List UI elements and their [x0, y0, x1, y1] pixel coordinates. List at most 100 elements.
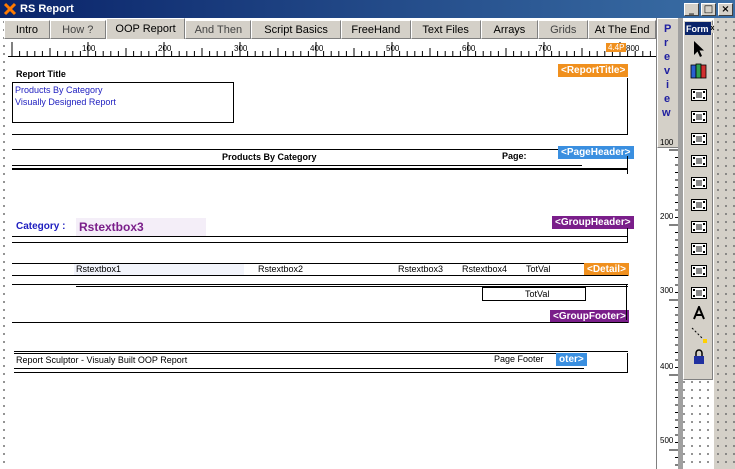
group-header-field[interactable]: Rstextbox3	[76, 218, 206, 236]
page-footer-bottom-line-b	[14, 372, 628, 373]
band-tool-1[interactable]	[688, 85, 710, 105]
vruler-ticks	[669, 149, 679, 466]
band-tool-8[interactable]	[688, 239, 710, 259]
group-footer-top-line	[12, 284, 628, 285]
ruler-label-800: 800	[626, 44, 640, 53]
page-footer-top-line-a	[14, 351, 628, 352]
ruler-label-400: 400	[310, 44, 324, 53]
page-header-top-line	[12, 149, 628, 150]
band-icon	[691, 243, 707, 255]
horizontal-ruler: 100 200 300 400 500 600 700 4.4P 800	[8, 40, 656, 57]
minimize-button[interactable]: _	[684, 2, 699, 16]
band-tool-7[interactable]	[688, 217, 710, 237]
tab-text-files[interactable]: Text Files	[410, 20, 481, 39]
close-button[interactable]: ×	[718, 2, 733, 16]
tab-grids[interactable]: Grids	[538, 20, 589, 39]
page-header-band[interactable]: Products By Category Page: <PageHeader>	[12, 146, 634, 176]
report-title-tag[interactable]: <ReportTitle>	[558, 64, 629, 77]
band-tool-4[interactable]	[688, 151, 710, 171]
detail-field-5[interactable]: TotVal	[526, 264, 550, 274]
tab-arrays[interactable]: Arrays	[480, 20, 539, 39]
ruler-label-500: 500	[386, 44, 400, 53]
ruler-label-600: 600	[462, 44, 476, 53]
band-tool-2[interactable]	[688, 107, 710, 127]
group-footer-total-box[interactable]: TotVal	[482, 287, 586, 301]
tab-intro[interactable]: Intro	[4, 20, 50, 39]
detail-field-1[interactable]: Rstextbox1	[76, 264, 121, 274]
title-bar: RS Report _ □ ×	[0, 0, 735, 18]
page-footer-bottom-line-a	[14, 368, 584, 369]
report-title-band[interactable]: Report Title Products By Category Visual…	[12, 64, 629, 136]
band-tool-6[interactable]	[688, 195, 710, 215]
window-title: RS Report	[20, 3, 74, 15]
detail-field-4[interactable]: Rstextbox4	[462, 264, 507, 274]
band-tool-3[interactable]	[688, 129, 710, 149]
group-header-line-a	[12, 236, 628, 237]
ruler-label-200: 200	[158, 44, 172, 53]
ruler-marker[interactable]: 4.4P	[606, 43, 627, 52]
database-tool[interactable]	[688, 61, 710, 81]
toolbox-title: Form	[686, 23, 709, 34]
report-canvas: Report Title Products By Category Visual…	[8, 58, 656, 469]
page-header-line-b	[12, 168, 628, 170]
ruler-ticks	[11, 42, 651, 57]
maximize-button[interactable]: □	[701, 2, 716, 16]
band-icon	[691, 155, 707, 167]
ruler-label-700: 700	[538, 44, 552, 53]
band-tool-5[interactable]	[688, 173, 710, 193]
group-header-tag[interactable]: <GroupHeader>	[552, 216, 634, 229]
page-header-title[interactable]: Products By Category	[222, 152, 317, 162]
page-header-page-label[interactable]: Page:	[502, 151, 527, 161]
band-tool-9[interactable]	[688, 261, 710, 281]
report-title-box[interactable]: Products By Category Visually Designed R…	[12, 82, 234, 123]
tab-at-the-end[interactable]: At The End	[588, 20, 656, 39]
group-header-label[interactable]: Category :	[16, 221, 65, 232]
detail-band[interactable]: Rstextbox1 Rstextbox2 Rstextbox3 Rstextb…	[12, 262, 629, 278]
page-footer-right-border	[627, 353, 628, 372]
report-title-right-border	[627, 78, 628, 134]
report-title-bottom-line	[12, 134, 628, 135]
page-footer-left-text[interactable]: Report Sculptor - Visualy Built OOP Repo…	[16, 355, 187, 365]
tab-freehand[interactable]: FreeHand	[340, 20, 411, 39]
report-title-line2: Visually Designed Report	[15, 97, 116, 107]
toolbox-header: Form x	[685, 22, 715, 35]
page-footer-tag[interactable]: oter>	[556, 353, 587, 366]
band-icon	[691, 199, 707, 211]
line-tool[interactable]	[688, 325, 710, 345]
tab-how[interactable]: How ?	[49, 20, 106, 39]
group-header-right-border	[627, 228, 628, 243]
group-footer-total: TotVal	[525, 289, 550, 299]
band-icon	[691, 221, 707, 233]
detail-field-2[interactable]: Rstextbox2	[258, 264, 303, 274]
band-tool-10[interactable]	[688, 283, 710, 303]
page-footer-band[interactable]: Report Sculptor - Visualy Built OOP Repo…	[12, 348, 628, 374]
group-header-field-text: Rstextbox3	[79, 220, 144, 234]
tab-oop-report[interactable]: OOP Report	[105, 18, 186, 39]
page-header-line-a	[12, 165, 582, 166]
pointer-tool[interactable]	[688, 39, 710, 59]
ruler-label-100: 100	[82, 44, 96, 53]
label-tool[interactable]	[688, 303, 710, 323]
database-icon	[690, 63, 707, 79]
group-header-line-b	[12, 242, 628, 243]
group-footer-band[interactable]: TotVal <GroupFooter>	[12, 284, 629, 324]
detail-field-3[interactable]: Rstextbox3	[398, 264, 443, 274]
tab-and-then[interactable]: And Then	[185, 20, 252, 39]
page-header-tag[interactable]: <PageHeader>	[558, 146, 634, 159]
right-dotted-panel	[714, 18, 735, 469]
ruler-label-300: 300	[234, 44, 248, 53]
group-header-band[interactable]: Category : Rstextbox3 <GroupHeader>	[12, 216, 634, 246]
report-title-label[interactable]: Report Title	[16, 69, 66, 79]
preview-strip[interactable]: P r e v i e w 100 200 300 400 500	[656, 18, 679, 469]
tab-script-basics[interactable]: Script Basics	[251, 20, 341, 39]
band-icon	[691, 177, 707, 189]
band-icon	[691, 265, 707, 277]
lock-tool[interactable]	[688, 347, 710, 367]
page-footer-right-text[interactable]: Page Footer	[494, 354, 544, 364]
app-icon	[3, 2, 17, 16]
lock-icon	[694, 349, 704, 364]
band-icon	[691, 89, 707, 101]
toolbox-close-button[interactable]: x	[710, 24, 715, 33]
label-a-icon	[693, 306, 705, 320]
line-icon	[691, 327, 707, 343]
